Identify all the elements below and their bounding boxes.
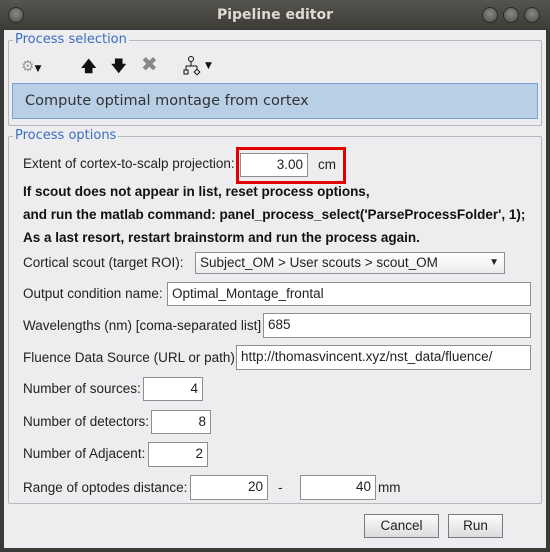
scout-label: Cortical scout (target ROI): [23, 255, 184, 270]
chevron-down-icon: ▼ [489, 257, 499, 268]
fluence-input[interactable]: http://thomasvincent.xyz/nst_data/fluenc… [236, 345, 531, 370]
range-max-input[interactable]: 40 [300, 475, 376, 500]
gear-icon[interactable]: ⚙▼ [21, 58, 41, 77]
window-menu-button[interactable] [8, 7, 24, 23]
range-separator: - [278, 480, 283, 495]
adjacent-label: Number of Adjacent: [23, 446, 146, 461]
cancel-button[interactable]: Cancel [364, 514, 439, 538]
fluence-label: Fluence Data Source (URL or path) [23, 350, 235, 365]
condition-label: Output condition name: [23, 286, 163, 301]
arrow-down-icon[interactable]: 🡇 [111, 58, 126, 74]
process-options-legend: Process options [13, 128, 119, 143]
dialog-body: Process selection ⚙▼ 🡅 🡇 ✖ ▼ Compute opt… [4, 30, 546, 548]
arrow-up-icon[interactable]: 🡅 [81, 58, 96, 74]
sources-input[interactable]: 4 [143, 377, 203, 401]
condition-input[interactable]: Optimal_Montage_frontal [167, 282, 531, 306]
sources-label: Number of sources: [23, 381, 141, 396]
minimize-button[interactable] [482, 7, 498, 23]
adjacent-input[interactable]: 2 [148, 442, 208, 467]
run-button[interactable]: Run [448, 514, 503, 538]
detectors-label: Number of detectors: [23, 414, 150, 429]
note-line-1: If scout does not appear in list, reset … [23, 184, 370, 199]
range-min-input[interactable]: 20 [190, 475, 268, 500]
detectors-input[interactable]: 8 [151, 410, 211, 434]
range-unit: mm [378, 480, 401, 495]
projection-input[interactable]: 3.00 [240, 153, 308, 177]
wavelengths-input[interactable]: 685 [263, 313, 531, 338]
process-selection-legend: Process selection [13, 32, 129, 47]
close-button[interactable] [524, 7, 540, 23]
wavelengths-label: Wavelengths (nm) [coma-separated list] [23, 318, 262, 333]
projection-label: Extent of cortex-to-scalp projection: [23, 156, 235, 171]
process-selection-panel: Process selection ⚙▼ 🡅 🡇 ✖ ▼ Compute opt… [8, 33, 542, 126]
scout-value: Subject_OM > User scouts > scout_OM [200, 255, 438, 270]
projection-unit: cm [318, 157, 336, 172]
title-bar: Pipeline editor [0, 0, 550, 30]
maximize-button[interactable] [503, 7, 519, 23]
scout-select[interactable]: Subject_OM > User scouts > scout_OM ▼ [195, 252, 505, 274]
range-label: Range of optodes distance: [23, 480, 188, 495]
note-line-2: and run the matlab command: panel_proces… [23, 207, 526, 222]
window-title: Pipeline editor [216, 7, 334, 23]
tree-icon[interactable]: ▼ [183, 56, 212, 79]
delete-x-icon[interactable]: ✖ [141, 54, 158, 74]
note-line-3: As a last resort, restart brainstorm and… [23, 230, 420, 245]
process-list-item[interactable]: Compute optimal montage from cortex [12, 83, 538, 119]
